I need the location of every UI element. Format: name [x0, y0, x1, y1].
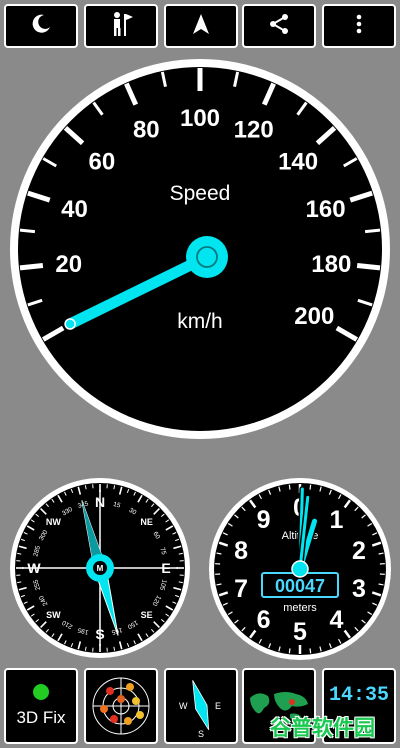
share-button[interactable]	[242, 4, 316, 48]
compass-tick	[17, 552, 22, 555]
watermark-text: 谷普软件园	[270, 717, 375, 740]
altimeter-tick	[288, 484, 291, 490]
more-options-button[interactable]	[322, 4, 396, 48]
speed-tick	[356, 263, 381, 271]
altimeter-digit: 6	[257, 606, 271, 634]
speed-tick-label: 140	[278, 149, 318, 176]
speed-tick-label: 80	[133, 116, 160, 143]
altimeter-digit: 9	[257, 506, 271, 534]
speed-tick-label: 200	[294, 303, 334, 330]
compass-center-label: M	[97, 564, 104, 573]
speed-title: Speed	[170, 182, 231, 205]
altimeter-digit: 2	[352, 537, 366, 565]
navigation-button[interactable]	[164, 4, 238, 48]
speed-tick-label: 60	[89, 149, 116, 176]
compass-tick	[113, 485, 116, 490]
altimeter-digit: 7	[234, 575, 248, 603]
compass-intercardinal-label: NW	[46, 517, 61, 527]
speed-tick-label: 180	[311, 251, 351, 278]
gps-status-label: 3D Fix	[16, 708, 66, 727]
speed-tick	[19, 228, 36, 234]
night-mode-button[interactable]	[4, 4, 78, 48]
compass-tick	[113, 646, 116, 651]
compass-gauge: NESWNESESWNW1530607510512015016519521024…	[10, 478, 190, 658]
satellite-view-button[interactable]	[84, 668, 158, 744]
satellite-radar-icon	[92, 677, 150, 735]
altimeter-gauge: 0123456789 Altitude 00047 meters	[209, 478, 391, 660]
clock-readout: 14:35	[328, 683, 389, 707]
altimeter-tick	[309, 648, 312, 654]
hiker-icon	[107, 10, 135, 43]
gps-indicator-dot	[33, 684, 49, 700]
altimeter-unit: meters	[283, 602, 317, 614]
compass-intercardinal-label: SE	[141, 610, 153, 620]
svg-text:E: E	[215, 701, 221, 711]
gps-status-button[interactable]: 3D Fix	[4, 668, 78, 744]
compass-tick	[84, 485, 87, 490]
altimeter-hub	[291, 560, 309, 578]
activity-mode-button[interactable]	[84, 4, 158, 48]
compass-tick	[17, 581, 22, 584]
altimeter-digit: 8	[234, 537, 248, 565]
speed-needle-hub	[186, 236, 228, 278]
compass-intercardinal-label: SW	[46, 610, 61, 620]
share-icon	[267, 12, 291, 41]
compass-cardinal-label: E	[161, 560, 170, 576]
svg-text:S: S	[198, 729, 204, 739]
speed-unit: km/h	[177, 310, 223, 333]
compass-cardinal-label: W	[27, 560, 41, 576]
altimeter-digit: 1	[329, 506, 343, 534]
svg-text:W: W	[179, 701, 188, 711]
speed-tick-label: 20	[55, 251, 82, 278]
compass-mini-icon: W E S	[179, 680, 221, 739]
speed-tick	[19, 263, 44, 271]
speed-tick	[364, 228, 381, 234]
altimeter-tick	[309, 484, 312, 490]
more-vert-icon	[347, 12, 371, 41]
speed-tick-label: 100	[180, 105, 220, 132]
moon-icon	[29, 12, 53, 41]
altimeter-digit: 4	[329, 606, 343, 634]
altimeter-digit: 3	[352, 575, 366, 603]
navigation-arrow-icon	[189, 12, 213, 41]
compass-cardinal-label: S	[95, 626, 104, 642]
altimeter-tick	[288, 648, 291, 654]
compass-tick	[84, 646, 87, 651]
speed-tick-label: 160	[306, 196, 346, 223]
compass-tick	[178, 581, 183, 584]
altimeter-digit: 5	[293, 618, 307, 646]
speed-tick-label: 40	[61, 196, 88, 223]
altitude-readout: 00047	[275, 576, 325, 596]
compass-view-button[interactable]: W E S	[164, 668, 238, 744]
speed-tick-label: 120	[234, 116, 274, 143]
compass-cardinal-label: N	[95, 494, 105, 510]
compass-intercardinal-label: NE	[140, 517, 153, 527]
speedometer-gauge: 20 4060 80 100 120140 160 180 200 Speed km/h	[10, 59, 390, 439]
compass-tick	[178, 552, 183, 555]
